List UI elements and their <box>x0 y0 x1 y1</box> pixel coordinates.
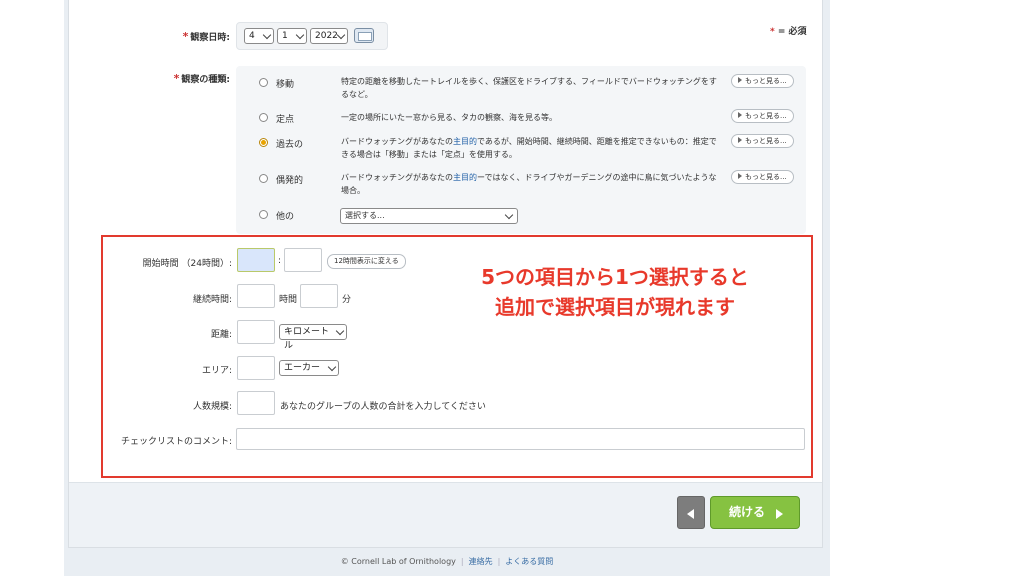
annotation-line-2: 追加で選択項目が現れます <box>495 295 735 319</box>
chevron-down-icon <box>295 30 305 40</box>
play-icon <box>738 137 742 143</box>
date-label: * 観察日時: <box>182 30 230 43</box>
required-note: * = 必須 <box>770 24 807 37</box>
radio-stationary[interactable] <box>259 113 268 122</box>
annotation-line-1: 5つの項目から1つ選択すると <box>481 265 749 289</box>
calendar-icon[interactable] <box>354 28 374 43</box>
year-select[interactable]: 2022 <box>310 28 348 44</box>
annotation-callout: 5つの項目から1つ選択すると 追加で選択項目が現れます <box>440 262 790 322</box>
chevron-down-icon <box>336 30 346 40</box>
required-star: * <box>770 27 775 37</box>
radio-other[interactable] <box>259 210 268 219</box>
required-note-text: = 必須 <box>777 27 807 37</box>
more-button[interactable]: もっと見る... <box>731 134 794 148</box>
primary-purpose-link[interactable]: 主目的 <box>453 137 477 146</box>
contact-link[interactable]: 連絡先 <box>469 557 493 566</box>
radio-historical[interactable] <box>259 138 268 147</box>
option-name: 偶発的 <box>276 176 304 186</box>
continue-button[interactable]: 続ける <box>710 496 800 529</box>
month-select[interactable]: 4 <box>244 28 274 44</box>
required-star: * <box>173 72 180 85</box>
option-name: 定点 <box>276 115 295 125</box>
play-icon <box>738 77 742 83</box>
back-button[interactable] <box>677 496 705 529</box>
option-name: 移動 <box>276 80 295 90</box>
primary-purpose-link[interactable]: 主目的 <box>453 173 477 182</box>
chevron-down-icon <box>262 30 272 40</box>
chevron-right-icon <box>776 509 783 519</box>
radio-traveling[interactable] <box>259 78 268 87</box>
faq-link[interactable]: よくある質問 <box>505 557 553 566</box>
option-description: 特定の距離を移動したートレイルを歩く、保護区をドライブする、フィールドでバードウ… <box>341 77 717 99</box>
footer: © Cornell Lab of Ornithology | 連絡先 | よくある質問 <box>340 557 554 566</box>
option-name: 過去の <box>276 140 304 150</box>
other-protocol-select[interactable]: 選択する... <box>340 208 518 224</box>
required-star: * <box>182 30 189 43</box>
more-button[interactable]: もっと見る... <box>731 109 794 123</box>
more-button[interactable]: もっと見る... <box>731 170 794 184</box>
option-name: 他の <box>276 212 295 222</box>
chevron-left-icon <box>687 509 694 519</box>
play-icon <box>738 112 742 118</box>
copyright-text: © Cornell Lab of Ornithology <box>340 557 456 566</box>
more-button[interactable]: もっと見る... <box>731 74 794 88</box>
observation-type-label: * 観察の種類: <box>173 72 230 85</box>
play-icon <box>738 173 742 179</box>
option-description: バードウォッチングがあなたの主目的ーではなく、ドライブやガーデニングの途中に鳥に… <box>341 173 717 195</box>
day-select[interactable]: 1 <box>277 28 307 44</box>
option-description: バードウォッチングがあなたの主目的であるが、開始時間、継続時間、距離を推定できな… <box>341 137 717 159</box>
chevron-down-icon <box>504 210 514 220</box>
option-description: 一定の場所にいたー窓から見る、タカの観察、海を見る等。 <box>341 113 557 122</box>
radio-incidental[interactable] <box>259 174 268 183</box>
